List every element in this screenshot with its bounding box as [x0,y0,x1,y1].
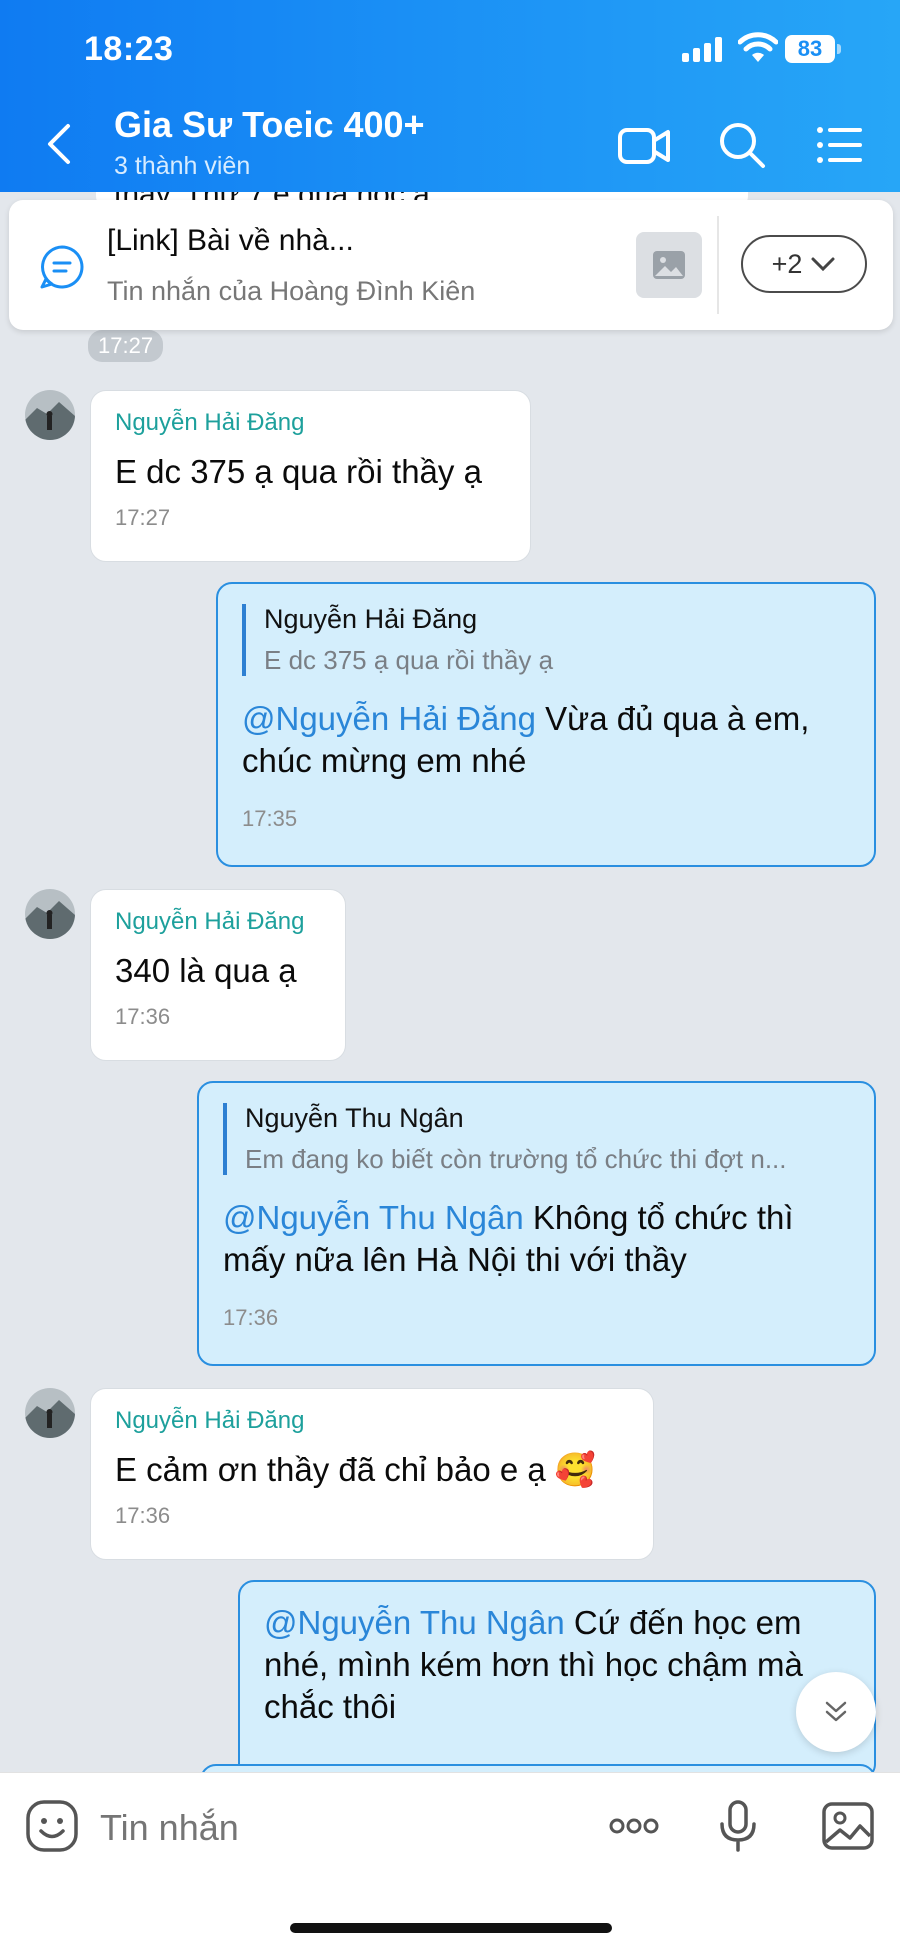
more-dots-icon[interactable] [606,1798,662,1854]
mention-link[interactable]: @Nguyễn Hải Đăng [242,700,536,737]
quote-text: E dc 375 ạ qua rồi thầy ạ [264,645,554,675]
video-camera-icon[interactable] [617,118,671,172]
mention-link[interactable]: @Nguyễn Thu Ngân [264,1604,565,1641]
chat-title[interactable]: Gia Sư Toeic 400+ [114,104,425,146]
sender-name[interactable]: Nguyễn Hải Đăng [115,1407,629,1435]
quote-sender: Nguyễn Thu Ngân [245,1103,464,1133]
message-time: 17:27 [115,505,171,530]
avatar[interactable] [25,889,75,939]
message-input-bar [0,1772,900,1947]
message-bubble-outgoing[interactable] [200,1764,876,1772]
message-text: 340 là qua ạ [115,952,297,989]
message-text: @Nguyễn Thu Ngân Cứ đến học em nhé, mình… [264,1604,803,1725]
signal-icon [682,36,724,62]
message-bubble-incoming[interactable]: Nguyễn Hải Đăng E cảm ơn thầy đã chỉ bảo… [90,1388,654,1560]
message-text: @Nguyễn Thu Ngân Không tổ chức thì mấy n… [223,1199,794,1278]
message-text: E dc 375 ạ qua rồi thầy ạ [115,453,482,490]
message-time: 17:36 [115,1004,171,1029]
scroll-to-bottom-button[interactable] [796,1672,876,1752]
quote-sender: Nguyễn Hải Đăng [264,604,478,634]
message-text: E cảm ơn thầy đã chỉ bảo e ạ 🥰 [115,1451,596,1488]
sender-name[interactable]: Nguyễn Hải Đăng [115,409,506,437]
chevron-down-icon [811,257,835,272]
message-time: 17:36 [115,1503,171,1528]
member-count[interactable]: 3 thành viên [114,152,250,181]
chat-bubble-icon [40,245,84,289]
more-pinned-button[interactable]: +2 [741,235,867,293]
message-bubble-outgoing[interactable]: Nguyễn Thu Ngân Em đang ko biết còn trườ… [197,1081,876,1366]
battery-level: 83 [785,35,835,63]
time-divider: 17:27 [88,330,164,362]
status-time: 18:23 [84,30,174,68]
message-bubble-incoming[interactable]: Nguyễn Hải Đăng E dc 375 ạ qua rồi thầy … [90,390,531,562]
list-menu-icon[interactable] [812,118,866,172]
quote-text: Em đang ko biết còn trường tổ chức thi đ… [245,1144,787,1174]
divider [717,216,719,314]
image-icon[interactable] [820,1798,876,1854]
message-list[interactable]: thầy. Thứ 7 e qua học ạ [Link] Bài về nh… [0,192,900,1772]
avatar[interactable] [25,390,75,440]
pinned-message-bar[interactable]: [Link] Bài về nhà... Tin nhắn của Hoàng … [9,200,893,330]
microphone-icon[interactable] [710,1798,766,1854]
pinned-title: [Link] Bài về nhà... [107,224,354,257]
quoted-message[interactable]: Nguyễn Thu Ngân Em đang ko biết còn trườ… [223,1103,850,1175]
emoji-icon[interactable] [24,1798,80,1854]
message-bubble-incoming[interactable]: Nguyễn Hải Đăng 340 là qua ạ 17:36 [90,889,346,1061]
avatar[interactable] [25,1388,75,1438]
chevron-left-icon[interactable] [40,118,80,170]
message-time: 17:36 [223,1305,279,1330]
battery-icon: 83 [785,35,841,65]
chat-header: 18:23 83 Gia Sư Toeic 400+ 3 thành viên [0,0,900,192]
image-thumbnail-icon[interactable] [636,232,702,298]
pinned-sender: Tin nhắn của Hoàng Đình Kiên [107,276,476,306]
mention-link[interactable]: @Nguyễn Thu Ngân [223,1199,524,1236]
message-text: @Nguyễn Hải Đăng Vừa đủ qua à em, chúc m… [242,700,810,779]
quoted-message[interactable]: Nguyễn Hải Đăng E dc 375 ạ qua rồi thầy … [242,604,850,676]
message-bubble-outgoing[interactable]: Nguyễn Hải Đăng E dc 375 ạ qua rồi thầy … [216,582,876,867]
message-time: 17:35 [242,806,298,831]
sender-name[interactable]: Nguyễn Hải Đăng [115,908,321,936]
message-bubble-outgoing[interactable]: @Nguyễn Thu Ngân Cứ đến học em nhé, mình… [238,1580,876,1772]
double-chevron-down-icon [825,1701,847,1722]
wifi-icon [738,32,778,62]
search-icon[interactable] [715,118,769,172]
message-input[interactable] [100,1803,580,1853]
home-indicator [290,1923,612,1933]
